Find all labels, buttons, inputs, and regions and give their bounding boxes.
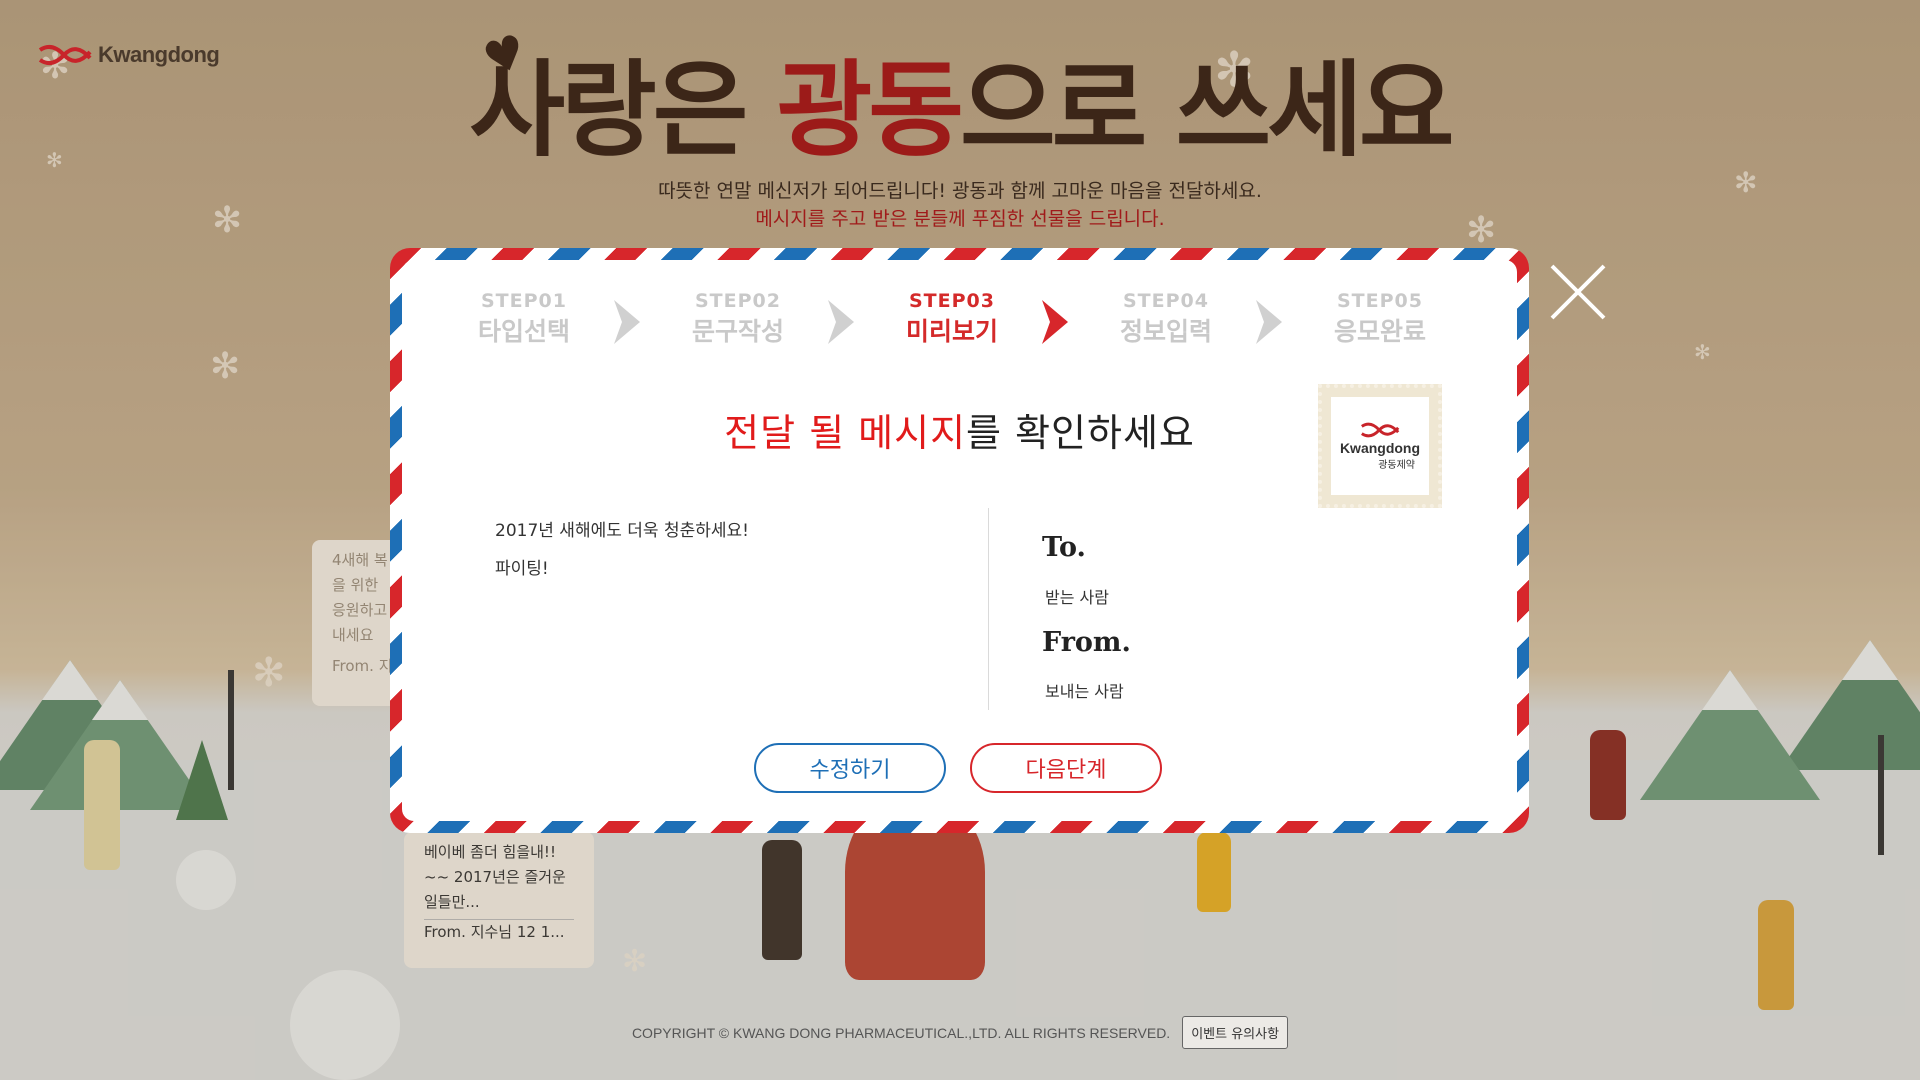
next-step-button[interactable]: 다음단계: [970, 743, 1162, 793]
step-label: 타입선택: [477, 317, 570, 346]
from-label: From.: [1042, 627, 1131, 658]
step-number: STEP02: [695, 290, 781, 312]
step-indicator: STEP01 타입선택 STEP02 문구작성 STEP03 미리보기 STEP…: [402, 290, 1517, 350]
copyright-text: COPYRIGHT © KWANG DONG PHARMACEUTICAL.,L…: [631, 1024, 1171, 1041]
subtitle: 따뜻한 연말 메신저가 되어드립니다! 광동과 함께 고마운 마음을 전달하세요…: [658, 180, 1262, 202]
footer: COPYRIGHT © KWANG DONG PHARMACEUTICAL.,L…: [0, 1016, 1920, 1049]
step-number: STEP01: [481, 290, 567, 312]
chevron-right-icon: [1042, 300, 1068, 344]
step-item: STEP01 타입선택: [454, 290, 594, 348]
message-line: 파이팅!: [495, 559, 549, 579]
step-item: STEP02 문구작성: [668, 290, 808, 348]
step-label: 정보입력: [1119, 317, 1212, 346]
step-item: STEP05 응모완료: [1310, 290, 1450, 348]
step-number: STEP05: [1337, 290, 1423, 312]
event-notice-button[interactable]: 이벤트 유의사항: [1182, 1016, 1289, 1049]
page-headline: 사랑은 광동으로 쓰세요: [0, 55, 1920, 165]
message-preview-modal: STEP01 타입선택 STEP02 문구작성 STEP03 미리보기 STEP…: [390, 248, 1529, 833]
stamp-brand-en: Kwangdong: [1339, 439, 1421, 456]
step-item: STEP04 정보입력: [1096, 290, 1236, 348]
modal-card: STEP01 타입선택 STEP02 문구작성 STEP03 미리보기 STEP…: [402, 260, 1517, 821]
to-label: To.: [1042, 532, 1086, 563]
stamp-brand-ko: 광동제약: [1378, 459, 1415, 471]
step-item-active: STEP03 미리보기: [882, 290, 1022, 348]
chevron-right-icon: [828, 300, 854, 344]
modal-title-highlight: 전달 될 메시지: [724, 411, 967, 455]
stamp-inner: Kwangdong 광동제약: [1331, 397, 1429, 495]
chevron-right-icon: [1256, 300, 1282, 344]
kwangdong-logo-icon: [1361, 422, 1400, 437]
headline-part: 사랑은: [469, 49, 777, 171]
headline-part: 으로 쓰세요: [960, 49, 1455, 171]
step-number: STEP03: [909, 290, 995, 312]
message-preview: 2017년 새해에도 더욱 청춘하세요! 파이팅!: [495, 512, 749, 588]
subtitle-highlight: 메시지를 주고 받은 분들께 푸짐한 선물을 드립니다.: [755, 208, 1165, 230]
divider: [988, 508, 989, 710]
modal-title-rest: 를 확인하세요: [966, 411, 1195, 455]
close-icon[interactable]: [1548, 262, 1608, 322]
chevron-right-icon: [614, 300, 640, 344]
sender-value: 보내는 사람: [1045, 682, 1124, 701]
step-label: 문구작성: [691, 317, 784, 346]
message-line: 2017년 새해에도 더욱 청춘하세요!: [495, 521, 749, 541]
headline-brand: 광동: [776, 49, 964, 171]
step-label: 응모완료: [1333, 317, 1426, 346]
edit-button[interactable]: 수정하기: [754, 743, 946, 793]
step-number: STEP04: [1123, 290, 1209, 312]
recipient-value: 받는 사람: [1045, 588, 1109, 607]
postage-stamp: Kwangdong 광동제약: [1318, 384, 1442, 508]
step-label: 미리보기: [905, 317, 998, 346]
